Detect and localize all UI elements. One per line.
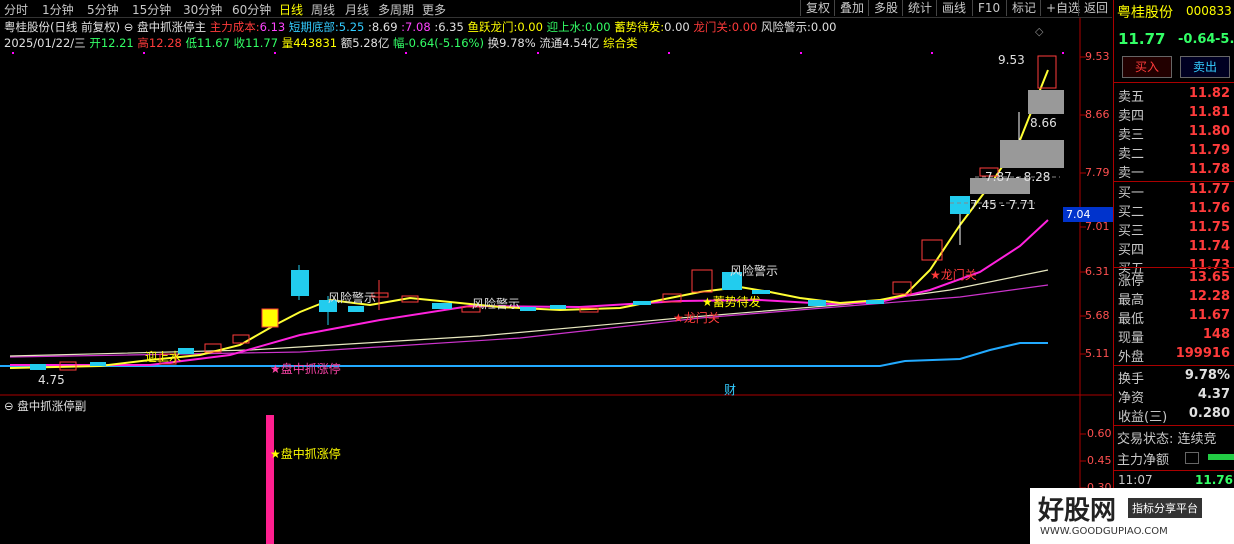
- sub-signal-bar: [266, 415, 274, 544]
- sub-header: ⊖ 盘中抓涨停副: [4, 398, 86, 414]
- label-risk-1: 风险警示: [328, 291, 377, 305]
- sub-formula-icon[interactable]: ⊖: [4, 399, 14, 413]
- panel-divider: [1114, 267, 1234, 268]
- stat-volume: 现量 148: [1118, 327, 1230, 346]
- bid-1: 买一 11.77: [1118, 182, 1230, 201]
- current-price-tag: 7.04: [1063, 207, 1114, 222]
- signal-line: [9, 69, 1049, 369]
- period-markers: [12, 52, 1064, 54]
- label-level-866: 8.66: [1030, 116, 1057, 130]
- tick-time: 11:07: [1118, 473, 1153, 487]
- watermark-url: WWW.GOODGUPIAO.COM: [1040, 526, 1168, 537]
- price-axis-label: 5.11: [1085, 347, 1110, 360]
- net-flow-toggle[interactable]: [1185, 452, 1199, 464]
- label-range-2: 7.45 - 7.71: [970, 198, 1036, 212]
- panel-stock-name: 粤桂股份: [1117, 5, 1173, 21]
- stat-high: 最高 12.28: [1118, 289, 1230, 308]
- net-flow-label: 主力净额: [1117, 453, 1170, 468]
- label-low-price: 4.75: [38, 373, 65, 387]
- signal-lm-text: 龙门关: [683, 311, 720, 325]
- net-flow-bar: [1208, 454, 1234, 460]
- label-high-price: 9.53: [998, 53, 1025, 67]
- price-axis-label: 5.68: [1085, 309, 1110, 322]
- bid-2: 买二 11.76: [1118, 201, 1230, 220]
- ma-magenta: [10, 219, 1049, 366]
- ma-white: [9, 269, 1049, 357]
- panel-price: 11.77: [1118, 30, 1166, 48]
- watermark-tag: 指标分享平台: [1128, 498, 1202, 518]
- watermark-title: 好股网: [1038, 496, 1117, 526]
- price-axis-label: 6.31: [1085, 265, 1110, 278]
- panel-pct: -5.1: [1215, 32, 1234, 47]
- watermark-logo: 好股网 指标分享平台 WWW.GOODGUPIAO.COM: [1030, 488, 1234, 544]
- panel-divider: [1114, 82, 1234, 83]
- label-signal-zt: ★盘中抓涨停: [270, 360, 341, 377]
- ask-5: 卖五 11.82: [1118, 86, 1230, 105]
- star-icon: ★: [270, 362, 281, 376]
- star-icon: ★: [930, 268, 941, 282]
- signal-xs-text: 蓄势待发: [712, 295, 761, 309]
- star-icon: ★: [702, 295, 713, 309]
- sub-signal-text: 盘中抓涨停: [280, 447, 341, 461]
- sub-axis-label: 0.45: [1087, 454, 1112, 467]
- ask-4: 卖四 11.81: [1118, 105, 1230, 124]
- label-cai: 财: [724, 383, 737, 397]
- star-icon: ★: [270, 447, 281, 461]
- diamond-icon[interactable]: ◇: [1035, 25, 1044, 38]
- label-risk-3: 风险警示: [730, 264, 779, 278]
- panel-divider: [1114, 470, 1234, 471]
- ma-purple: [9, 284, 1049, 358]
- stat-net-assets: 净资 4.37: [1118, 387, 1230, 406]
- sub-formula-name[interactable]: 盘中抓涨停副: [17, 399, 86, 413]
- stat-limit-up: 涨停 13.65: [1118, 270, 1230, 289]
- price-axis-label: 9.53: [1085, 50, 1110, 63]
- stat-eps: 收益(三) 0.280: [1118, 406, 1230, 425]
- price-axis-label: 8.66: [1085, 108, 1110, 121]
- label-risk-2: 风险警示: [472, 297, 521, 311]
- sub-axis-label: 0.60: [1087, 427, 1112, 440]
- ask-2: 卖二 11.79: [1118, 143, 1230, 162]
- trade-state: 交易状态: 连续竞: [1117, 432, 1217, 447]
- stat-low: 最低 11.67: [1118, 308, 1230, 327]
- bid-3: 买三 11.75: [1118, 220, 1230, 239]
- stat-turnover: 换手 9.78%: [1118, 368, 1230, 387]
- label-signal-ysq: 迎上水: [145, 350, 182, 364]
- ask-3: 卖三 11.80: [1118, 124, 1230, 143]
- label-signal-xs: ★蓄势待发: [702, 293, 761, 310]
- sell-button[interactable]: 卖出: [1180, 56, 1230, 78]
- star-icon: ★: [673, 311, 684, 325]
- label-range-1: 7.87 - 8.28: [985, 170, 1051, 184]
- signal-lm2-text: 龙门关: [940, 268, 977, 282]
- label-signal-lm2: ★龙门关: [930, 266, 977, 283]
- panel-change: -0.64: [1178, 32, 1216, 47]
- panel-divider: [1114, 425, 1234, 426]
- panel-divider: [1114, 365, 1234, 366]
- label-signal-lm: ★龙门关: [673, 309, 720, 326]
- bid-4: 买四 11.74: [1118, 239, 1230, 258]
- signal-zt-text: 盘中抓涨停: [280, 362, 341, 376]
- price-axis-label: 7.79: [1085, 166, 1110, 179]
- tick-price: 11.76: [1195, 473, 1233, 487]
- stat-outer: 外盘 199916: [1118, 346, 1230, 365]
- candles: [30, 55, 1064, 371]
- ask-1: 卖一 11.78: [1118, 162, 1230, 181]
- buy-button[interactable]: 买入: [1122, 56, 1172, 78]
- panel-stock-code: 000833: [1186, 4, 1232, 18]
- label-sub-signal: ★盘中抓涨停: [270, 445, 341, 462]
